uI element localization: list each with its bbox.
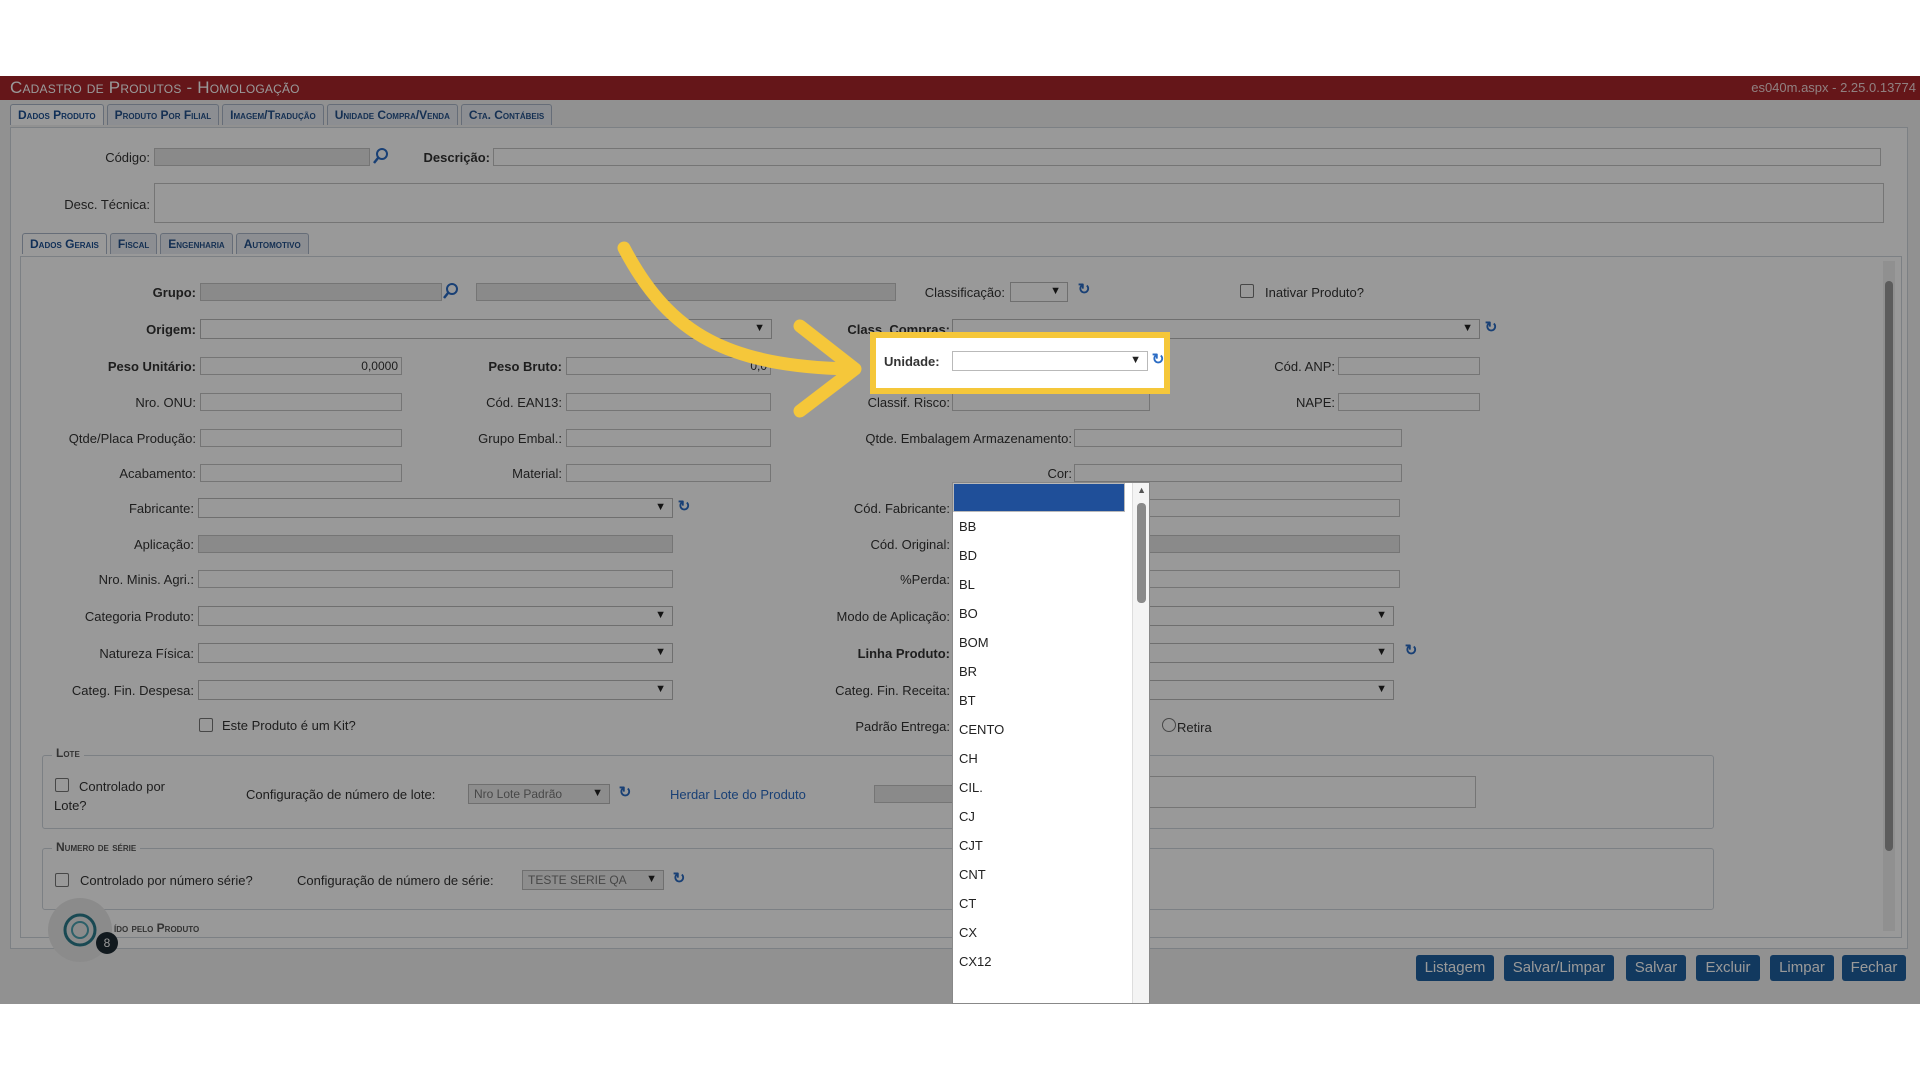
dropdown-option[interactable]: BT (953, 686, 1125, 715)
dropdown-option[interactable]: CH (953, 744, 1125, 773)
chevron-down-icon: ▼ (1130, 354, 1141, 366)
dropdown-option[interactable]: BB (953, 512, 1125, 541)
dropdown-option[interactable]: CJT (953, 831, 1125, 860)
tutorial-arrow-icon (617, 241, 862, 418)
dropdown-option[interactable]: BR (953, 657, 1125, 686)
dropdown-option[interactable]: CT (953, 889, 1125, 918)
refresh-icon[interactable]: ↻ (1150, 352, 1166, 368)
dropdown-option[interactable]: CIL. (953, 773, 1125, 802)
dropdown-scrollbar-thumb[interactable] (1137, 503, 1146, 603)
dropdown-option[interactable]: CENTO (953, 715, 1125, 744)
dropdown-option[interactable]: BL (953, 570, 1125, 599)
unidade-select[interactable]: ▼ (952, 351, 1148, 371)
scroll-up-icon[interactable]: ▲ (1137, 485, 1146, 495)
dropdown-option[interactable]: BOM (953, 628, 1125, 657)
unidade-dropdown-list[interactable]: BAGBBBDBLBOBOMBRBTCENTOCHCIL.CJCJTCNTCTC… (952, 482, 1150, 1004)
app-window: Cadastro de Produtos - Homologação es040… (0, 76, 1920, 1004)
dropdown-option[interactable]: CNT (953, 860, 1125, 889)
dropdown-option[interactable]: CX (953, 918, 1125, 947)
unidade-options: BAGBBBDBLBOBOMBRBTCENTOCHCIL.CJCJTCNTCTC… (953, 483, 1149, 976)
dropdown-option[interactable]: BO (953, 599, 1125, 628)
unidade-label: Unidade: (884, 354, 940, 369)
dropdown-option[interactable]: BD (953, 541, 1125, 570)
dropdown-option[interactable]: CJ (953, 802, 1125, 831)
dropdown-option[interactable]: CX12 (953, 947, 1125, 976)
dropdown-option[interactable] (953, 483, 1125, 512)
unidade-highlight-box: Unidade: ▼ ↻ (870, 332, 1170, 394)
